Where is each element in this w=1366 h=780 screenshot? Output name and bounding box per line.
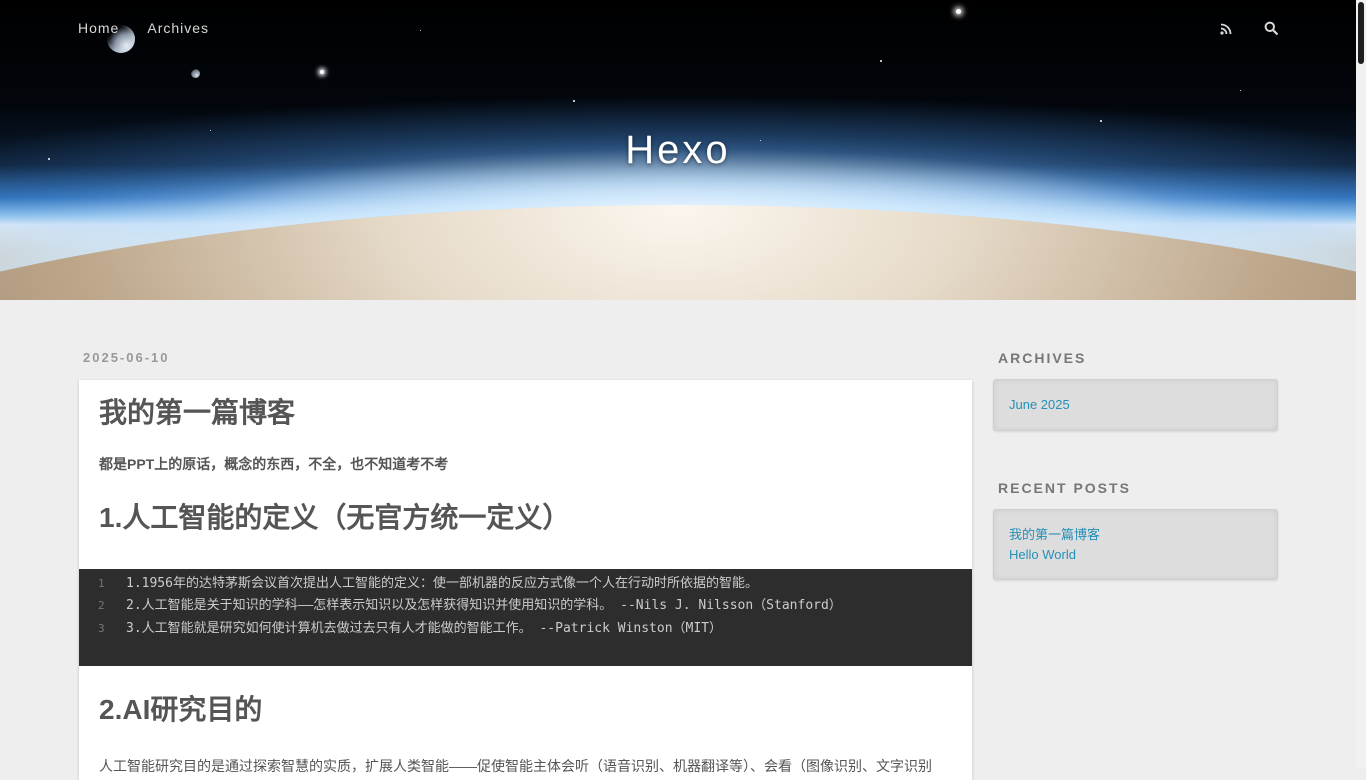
code-text: 3.人工智能就是研究如何使计算机去做过去只有人才能做的智能工作。 --Patri… bbox=[126, 621, 723, 636]
archives-widget: June 2025 bbox=[993, 379, 1278, 431]
nav-home-link[interactable]: Home bbox=[78, 19, 119, 37]
section-heading: 1.人工智能的定义（无官方统一定义） bbox=[99, 502, 571, 533]
post-subtitle: 都是PPT上的原话，概念的东西，不全，也不知道考不考 bbox=[99, 456, 449, 472]
star-decoration bbox=[956, 9, 961, 14]
nav-archives-link[interactable]: Archives bbox=[147, 19, 209, 37]
star-decoration bbox=[320, 70, 324, 74]
recent-posts-widget: 我的第一篇博客 Hello World bbox=[993, 509, 1278, 580]
search-icon[interactable] bbox=[1264, 20, 1279, 36]
post-title[interactable]: 我的第一篇博客 bbox=[99, 395, 295, 431]
line-number: 3 bbox=[98, 622, 105, 635]
post-paragraph: 人工智能研究目的是通过探索智慧的实质，扩展人类智能——促使智能主体会听（语音识别… bbox=[99, 758, 932, 774]
recent-post-link[interactable]: Hello World bbox=[1009, 546, 1076, 564]
recent-posts-widget-title: RECENT POSTS bbox=[998, 480, 1131, 496]
page-scrollbar-thumb[interactable] bbox=[1358, 2, 1364, 64]
section-heading: 2.AI研究目的 bbox=[99, 694, 263, 725]
star-decoration bbox=[1100, 120, 1102, 122]
star-decoration bbox=[420, 30, 421, 31]
archive-link-june-2025[interactable]: June 2025 bbox=[1009, 396, 1070, 414]
site-title[interactable]: Hexo bbox=[0, 126, 1356, 174]
page-scrollbar-track[interactable] bbox=[1356, 0, 1366, 768]
small-moon-image bbox=[191, 69, 200, 78]
star-decoration bbox=[880, 60, 882, 62]
earth-horizon-image bbox=[0, 205, 1356, 300]
rss-icon[interactable] bbox=[1220, 21, 1234, 37]
header-banner: Home Archives Hexo bbox=[0, 0, 1356, 300]
archives-widget-title: ARCHIVES bbox=[998, 350, 1087, 366]
recent-post-link[interactable]: 我的第一篇博客 bbox=[1009, 526, 1100, 544]
code-text: 1.1956年的达特茅斯会议首次提出人工智能的定义：使一部机器的反应方式像一个人… bbox=[126, 576, 758, 591]
star-decoration bbox=[1240, 90, 1241, 91]
nav-icons bbox=[1220, 20, 1304, 40]
code-block: 1 1.1956年的达特茅斯会议首次提出人工智能的定义：使一部机器的反应方式像一… bbox=[79, 569, 972, 666]
star-decoration bbox=[573, 100, 575, 102]
code-text: 2.人工智能是关于知识的学科——怎样表示知识以及怎样获得知识并使用知识的学科。 … bbox=[126, 598, 842, 613]
post-article: 我的第一篇博客 都是PPT上的原话，概念的东西，不全，也不知道考不考 1.人工智… bbox=[79, 380, 972, 780]
main-nav: Home Archives bbox=[78, 19, 237, 39]
line-number: 2 bbox=[98, 599, 105, 612]
line-number: 1 bbox=[98, 577, 105, 590]
post-date[interactable]: 2025-06-10 bbox=[83, 350, 170, 366]
